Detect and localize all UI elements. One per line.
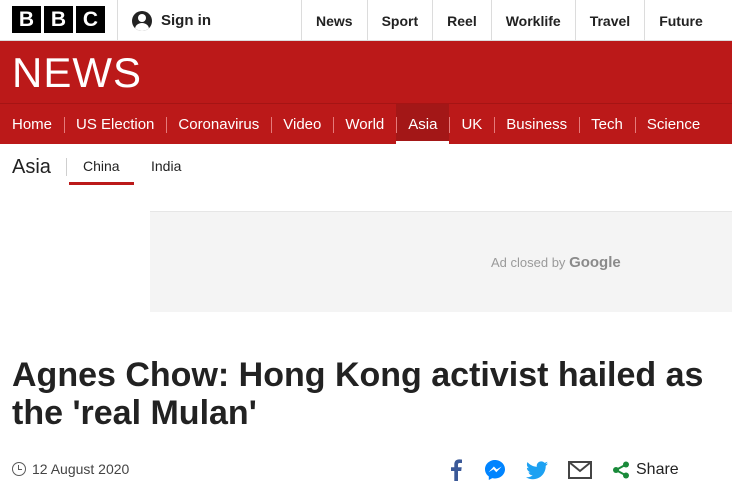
share-button[interactable]: Share (612, 461, 679, 479)
divider (66, 158, 67, 176)
nav-item-business[interactable]: Business (494, 104, 579, 144)
nav-item-coronavirus[interactable]: Coronavirus (166, 104, 271, 144)
share-icon (612, 461, 630, 479)
twitter-icon[interactable] (526, 460, 548, 480)
news-wordmark[interactable]: NEWS (12, 51, 142, 95)
bbc-logo-letter: B (12, 6, 41, 33)
article-headline: Agnes Chow: Hong Kong activist hailed as… (12, 356, 704, 432)
nav-item-asia[interactable]: Asia (396, 104, 450, 144)
nav-item-science[interactable]: Science (634, 104, 712, 144)
bbc-logo-letter: B (44, 6, 73, 33)
top-link-worklife[interactable]: Worklife (490, 0, 575, 41)
top-link-travel[interactable]: Travel (574, 0, 644, 41)
top-bar: B B C Sign in News Sport Reel Worklife T… (0, 0, 732, 41)
byline: 12 August 2020 Share (12, 456, 722, 486)
divider (117, 0, 118, 41)
clock-icon (12, 462, 26, 476)
sign-in-label: Sign in (161, 12, 211, 29)
subnav-item-china[interactable]: China (69, 158, 134, 185)
facebook-icon[interactable] (448, 459, 464, 481)
email-icon[interactable] (568, 461, 592, 479)
subnav-item-india[interactable]: India (151, 158, 181, 174)
nav-item-tech[interactable]: Tech (579, 104, 635, 144)
ad-panel: Ad closed by Google (150, 211, 732, 312)
bbc-logo-letter: C (76, 6, 105, 33)
google-logo: Google (569, 254, 621, 271)
top-link-reel[interactable]: Reel (432, 0, 491, 41)
date-text: 12 August 2020 (32, 461, 130, 477)
top-links: News Sport Reel Worklife Travel Future (301, 0, 717, 41)
user-icon (132, 10, 152, 31)
messenger-icon[interactable] (484, 459, 506, 481)
sign-in-link[interactable]: Sign in (132, 0, 211, 41)
section-title[interactable]: Asia (12, 156, 51, 179)
top-link-sport[interactable]: Sport (366, 0, 433, 41)
top-link-future[interactable]: Future (644, 0, 717, 41)
nav-item-us-election[interactable]: US Election (64, 104, 166, 144)
nav-item-home[interactable]: Home (0, 104, 64, 144)
share-label: Share (636, 461, 679, 478)
news-banner: NEWS (0, 41, 732, 103)
nav-item-video[interactable]: Video (271, 104, 333, 144)
top-link-news[interactable]: News (301, 0, 367, 41)
ad-closed-notice: Ad closed by Google (491, 254, 621, 271)
share-tools: Share (448, 456, 679, 484)
main-nav: Home US Election Coronavirus Video World… (0, 103, 732, 144)
publish-date: 12 August 2020 (12, 461, 129, 477)
bbc-logo[interactable]: B B C (12, 6, 105, 33)
nav-item-uk[interactable]: UK (449, 104, 494, 144)
nav-item-world[interactable]: World (333, 104, 396, 144)
secondary-nav: Asia China India (0, 144, 732, 186)
ad-closed-label: Ad closed by (491, 255, 566, 270)
